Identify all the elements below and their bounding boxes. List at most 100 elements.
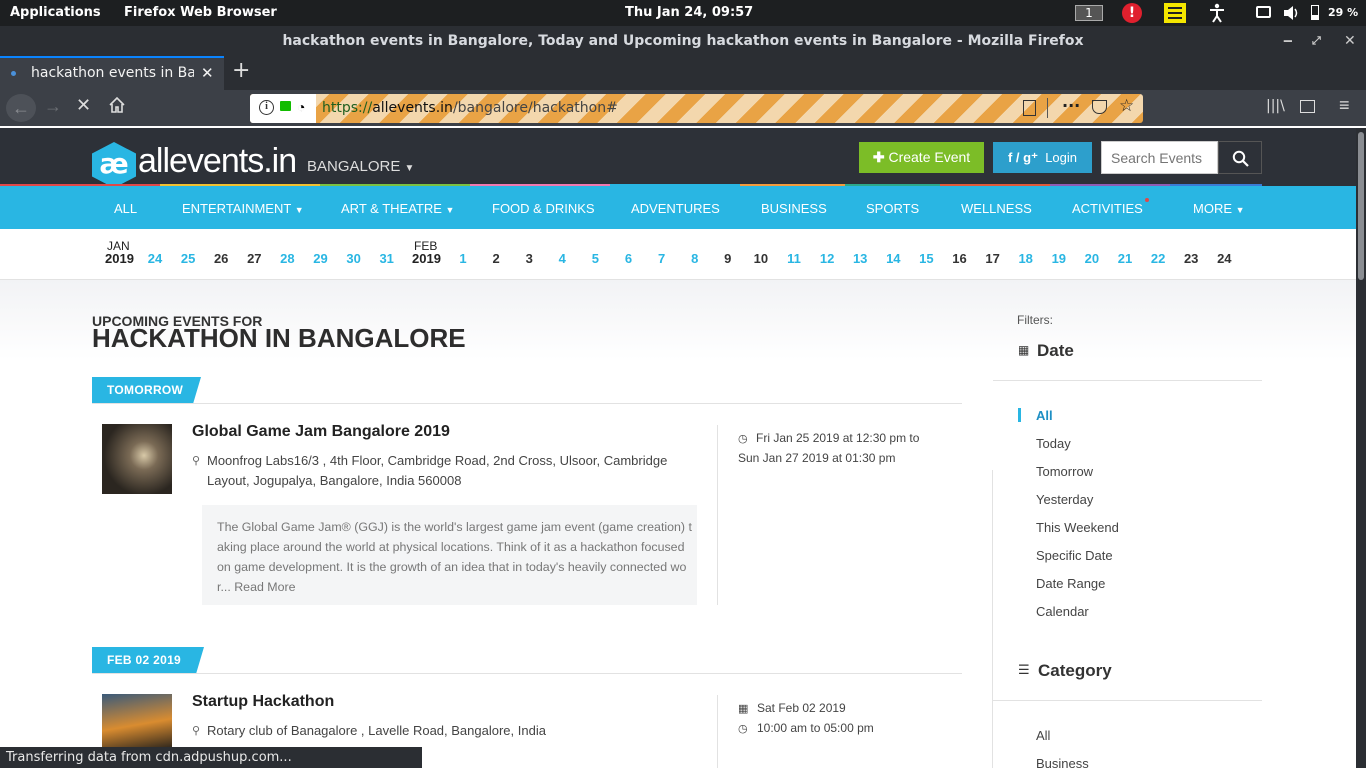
date-feb-22[interactable]: 22 bbox=[1143, 251, 1173, 266]
lock-icon[interactable] bbox=[280, 101, 291, 111]
date-feb-18[interactable]: 18 bbox=[1011, 251, 1041, 266]
page-actions-icon[interactable]: ··· bbox=[1062, 96, 1080, 115]
date-feb-17[interactable]: 17 bbox=[978, 251, 1008, 266]
date-jan-25[interactable]: 25 bbox=[173, 251, 203, 266]
event-title[interactable]: Startup Hackathon bbox=[192, 693, 334, 711]
library-icon[interactable]: |||\ bbox=[1266, 98, 1285, 114]
date-jan-31[interactable]: 31 bbox=[372, 251, 402, 266]
date-jan-26[interactable]: 26 bbox=[206, 251, 236, 266]
date-feb-8[interactable]: 8 bbox=[680, 251, 710, 266]
date-filter-calendar[interactable]: Calendar bbox=[1036, 604, 1089, 619]
search-button[interactable] bbox=[1218, 141, 1262, 174]
logo-text[interactable]: allevents.in bbox=[138, 142, 297, 181]
active-app-name[interactable]: Firefox Web Browser bbox=[124, 5, 277, 20]
date-feb-6[interactable]: 6 bbox=[614, 251, 644, 266]
url-text[interactable]: https://allevents.in/bangalore/hackathon… bbox=[322, 100, 618, 116]
date-jan-24[interactable]: 24 bbox=[140, 251, 170, 266]
date-filter-range[interactable]: Date Range bbox=[1036, 576, 1105, 591]
read-more-link[interactable]: Read More bbox=[234, 580, 295, 594]
date-feb-11[interactable]: 11 bbox=[779, 251, 809, 266]
alert-icon[interactable]: ! bbox=[1122, 3, 1142, 23]
pocket-icon[interactable] bbox=[1092, 100, 1107, 114]
date-feb-20[interactable]: 20 bbox=[1077, 251, 1107, 266]
date-feb-7[interactable]: 7 bbox=[647, 251, 677, 266]
logo-mark[interactable]: æ bbox=[92, 142, 136, 188]
date-jan-27[interactable]: 27 bbox=[239, 251, 269, 266]
forward-button[interactable]: → bbox=[44, 96, 62, 117]
date-jan-29[interactable]: 29 bbox=[306, 251, 336, 266]
applications-menu[interactable]: Applications bbox=[10, 5, 101, 20]
stop-button[interactable]: ✕ bbox=[76, 95, 91, 116]
display-icon[interactable] bbox=[1256, 6, 1271, 18]
accessibility-icon[interactable] bbox=[1208, 3, 1226, 27]
home-icon[interactable] bbox=[107, 95, 127, 120]
category-wellness[interactable]: WELLNESS bbox=[961, 201, 1032, 216]
date-feb-21[interactable]: 21 bbox=[1110, 251, 1140, 266]
notes-icon[interactable] bbox=[1164, 3, 1186, 23]
date-feb-15[interactable]: 15 bbox=[911, 251, 941, 266]
maximize-icon[interactable]: ⤢ bbox=[1312, 26, 1321, 56]
section-divider bbox=[92, 673, 962, 674]
reader-view-icon[interactable] bbox=[1023, 100, 1036, 116]
category-adventures[interactable]: ADVENTURES bbox=[631, 201, 720, 216]
close-window-icon[interactable]: ✕ bbox=[1344, 26, 1356, 56]
date-filter-yesterday[interactable]: Yesterday bbox=[1036, 492, 1093, 507]
address-bar[interactable]: i ◔ https://allevents.in/bangalore/hacka… bbox=[250, 94, 1143, 123]
event-thumbnail[interactable] bbox=[102, 424, 172, 494]
workspace-indicator[interactable]: 1 bbox=[1075, 5, 1103, 21]
category-art-theatre[interactable]: ART & THEATRE ▼ bbox=[341, 201, 454, 216]
date-jan-28[interactable]: 28 bbox=[272, 251, 302, 266]
date-feb-23[interactable]: 23 bbox=[1176, 251, 1206, 266]
page-scrollbar[interactable] bbox=[1356, 128, 1366, 768]
login-button[interactable]: f / g⁺ Login bbox=[993, 142, 1092, 173]
category-entertainment[interactable]: ENTERTAINMENT ▼ bbox=[182, 201, 304, 216]
bookmark-star-icon[interactable]: ☆ bbox=[1119, 96, 1134, 116]
tab-close-icon[interactable]: ✕ bbox=[201, 64, 214, 82]
date-feb-1[interactable]: 1 bbox=[448, 251, 478, 266]
date-feb-2[interactable]: 2 bbox=[481, 251, 511, 266]
date-filter-all[interactable]: All bbox=[1036, 408, 1053, 423]
date-strip: JAN 2019 24 25 26 27 28 29 30 31 FEB 2019 12345… bbox=[0, 229, 1356, 280]
scrollbar-thumb[interactable] bbox=[1358, 132, 1364, 280]
category-activities[interactable]: ACTIVITIES bbox=[1072, 198, 1149, 216]
category-more[interactable]: MORE ▼ bbox=[1193, 201, 1245, 216]
menu-icon[interactable]: ≡ bbox=[1339, 95, 1350, 116]
category-business[interactable]: BUSINESS bbox=[761, 201, 827, 216]
search-events-input[interactable] bbox=[1101, 141, 1218, 174]
date-feb-19[interactable]: 19 bbox=[1044, 251, 1074, 266]
city-selector[interactable]: BANGALORE ▼ bbox=[307, 158, 414, 175]
category-food-drinks[interactable]: FOOD & DRINKS bbox=[492, 201, 595, 216]
date-filter-specific[interactable]: Specific Date bbox=[1036, 548, 1113, 563]
battery-percent: 29 % bbox=[1328, 6, 1359, 19]
category-sports[interactable]: SPORTS bbox=[866, 201, 919, 216]
date-feb-10[interactable]: 10 bbox=[746, 251, 776, 266]
battery-icon[interactable] bbox=[1311, 5, 1319, 20]
event-title[interactable]: Global Game Jam Bangalore 2019 bbox=[192, 423, 450, 441]
date-feb-24[interactable]: 24 bbox=[1209, 251, 1239, 266]
date-filter-weekend[interactable]: This Weekend bbox=[1036, 520, 1119, 535]
date-feb-9[interactable]: 9 bbox=[713, 251, 743, 266]
date-filter-today[interactable]: Today bbox=[1036, 436, 1071, 451]
date-feb-4[interactable]: 4 bbox=[547, 251, 577, 266]
date-feb-13[interactable]: 13 bbox=[845, 251, 875, 266]
date-feb-5[interactable]: 5 bbox=[580, 251, 610, 266]
tab-active[interactable]: hackathon events in Banc ✕ bbox=[0, 56, 224, 90]
date-feb-3[interactable]: 3 bbox=[514, 251, 544, 266]
new-tab-button[interactable]: + bbox=[232, 58, 250, 83]
create-event-button[interactable]: ✚ Create Event bbox=[859, 142, 984, 173]
info-icon[interactable]: i bbox=[259, 100, 274, 115]
date-feb-12[interactable]: 12 bbox=[812, 251, 842, 266]
volume-icon[interactable] bbox=[1282, 4, 1300, 26]
category-filter-business[interactable]: Business bbox=[1036, 756, 1089, 768]
minimize-icon[interactable]: ‒ bbox=[1283, 26, 1293, 56]
back-button[interactable]: ← bbox=[6, 94, 36, 122]
date-feb-16[interactable]: 16 bbox=[945, 251, 975, 266]
clock[interactable]: Thu Jan 24, 09:57 bbox=[625, 5, 753, 20]
date-feb-14[interactable]: 14 bbox=[878, 251, 908, 266]
category-all[interactable]: ALL bbox=[114, 201, 137, 216]
date-filter-tomorrow[interactable]: Tomorrow bbox=[1036, 464, 1093, 479]
tracking-icon[interactable]: ◔ bbox=[297, 99, 305, 115]
sidebar-icon[interactable] bbox=[1300, 100, 1315, 113]
date-jan-30[interactable]: 30 bbox=[339, 251, 369, 266]
category-filter-all[interactable]: All bbox=[1036, 728, 1050, 743]
